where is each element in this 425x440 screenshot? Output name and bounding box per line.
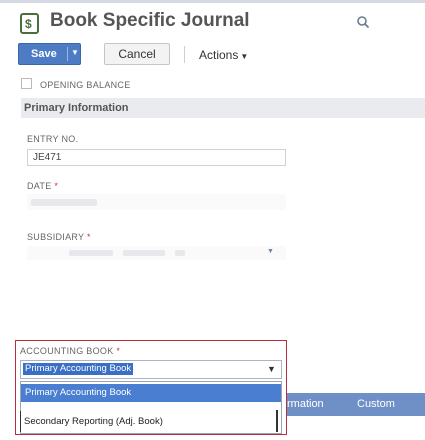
page-title: Book Specific Journal <box>50 10 250 31</box>
blurred-subsidiary-value <box>175 250 185 256</box>
required-marker: * <box>87 232 91 242</box>
journal-icon: $ <box>20 13 39 34</box>
option-border-left <box>20 411 21 432</box>
save-menu-chevron-icon[interactable]: ▼ <box>71 48 79 57</box>
blurred-date-value <box>31 199 97 206</box>
accounting-book-select[interactable]: Primary Accounting Book ▼ <box>20 360 282 379</box>
section-title: Primary Information <box>24 102 129 114</box>
subtab-custom[interactable]: Custom <box>357 398 395 410</box>
search-icon[interactable] <box>356 15 370 29</box>
accounting-book-label-text: ACCOUNTING BOOK <box>20 346 114 356</box>
subsidiary-label: SUBSIDIARY * <box>27 232 91 242</box>
date-field[interactable] <box>27 194 286 210</box>
accounting-book-dropdown-list: Primary Accounting Book Secondary Report… <box>20 381 282 434</box>
save-button-label: Save <box>31 48 57 60</box>
date-label: DATE * <box>27 181 58 191</box>
opening-balance-label: OPENING BALANCE <box>40 80 131 90</box>
opening-balance-checkbox[interactable] <box>21 78 32 89</box>
svg-text:$: $ <box>25 17 32 31</box>
toolbar-divider <box>184 46 185 63</box>
blurred-subsidiary-value <box>69 250 113 256</box>
chevron-down-icon[interactable]: ▼ <box>267 364 276 374</box>
dropdown-option-primary-book[interactable]: Primary Accounting Book <box>21 384 281 402</box>
date-label-text: DATE <box>27 181 52 191</box>
actions-menu-button[interactable]: Actions ▼ <box>199 48 248 62</box>
cancel-button[interactable]: Cancel <box>104 43 170 65</box>
top-border <box>0 0 425 3</box>
save-button[interactable]: Save ▼ <box>18 43 81 65</box>
entry-no-field[interactable]: JE471 <box>27 149 286 166</box>
entry-no-label: ENTRY NO. <box>27 134 79 144</box>
actions-label: Actions <box>199 48 239 62</box>
chevron-down-icon: ▼ <box>267 248 274 255</box>
dropdown-option-secondary-book[interactable]: Secondary Reporting (Adj. Book) <box>21 413 281 431</box>
required-marker: * <box>116 346 121 356</box>
accounting-book-selected-value: Primary Accounting Book <box>23 363 134 375</box>
subtab-information[interactable]: rmation <box>287 398 324 410</box>
blurred-subsidiary-value <box>123 250 165 256</box>
subsidiary-select[interactable]: ▼ <box>27 246 286 260</box>
chevron-down-icon: ▼ <box>240 52 249 61</box>
required-marker: * <box>54 181 59 191</box>
accounting-book-label: ACCOUNTING BOOK * <box>20 346 120 356</box>
option-border-right <box>276 410 278 432</box>
subsidiary-label-text: SUBSIDIARY <box>27 232 85 242</box>
save-split-divider <box>67 47 68 61</box>
